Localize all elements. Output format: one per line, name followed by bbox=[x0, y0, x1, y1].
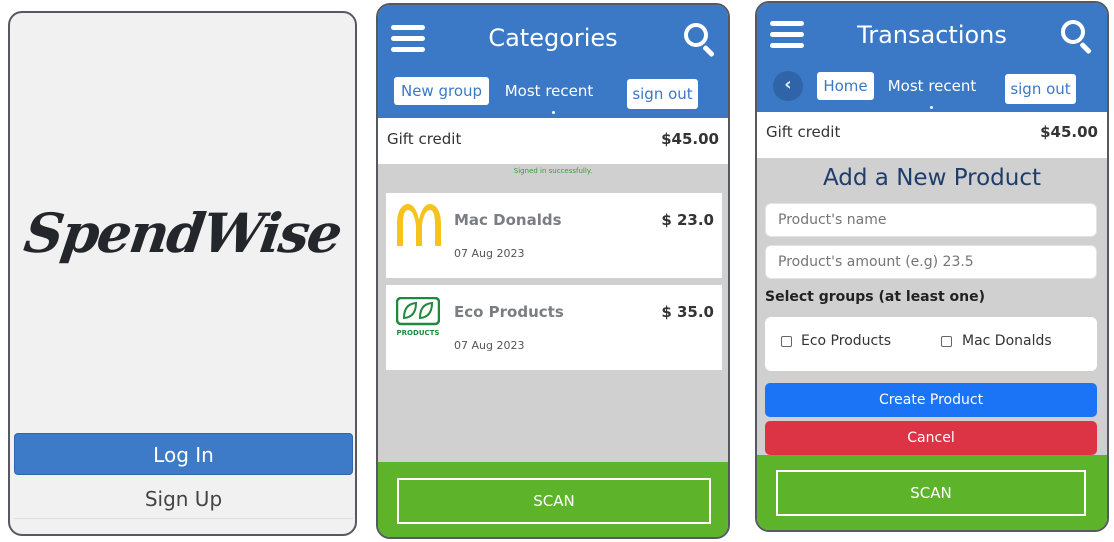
gift-credit-amount: $45.00 bbox=[661, 130, 719, 148]
gift-credit-row: Gift credit $45.00 bbox=[757, 112, 1107, 158]
signin-toast: Signed in successfully. bbox=[513, 167, 593, 175]
category-name: Eco Products bbox=[454, 303, 564, 321]
gift-credit-row: Gift credit $45.00 bbox=[378, 118, 728, 164]
create-product-button[interactable]: Create Product bbox=[765, 383, 1097, 417]
scan-button[interactable]: SCAN bbox=[397, 478, 711, 524]
screenshot-stage: SpendWise Log In Sign Up Categories New … bbox=[0, 0, 1114, 542]
gift-credit-label: Gift credit bbox=[387, 130, 462, 148]
tab-most-recent[interactable]: Most recent bbox=[879, 77, 985, 95]
product-amount-input[interactable] bbox=[765, 245, 1097, 279]
gift-credit-amount: $45.00 bbox=[1040, 123, 1098, 141]
sign-out-button[interactable]: sign out bbox=[627, 79, 698, 109]
gift-credit-label: Gift credit bbox=[766, 123, 841, 141]
select-groups-label: Select groups (at least one) bbox=[765, 289, 986, 305]
mcdonalds-logo-icon bbox=[397, 204, 441, 246]
app-header: Transactions ‹ Home Most recent sign out bbox=[757, 3, 1107, 112]
sign-out-button[interactable]: sign out bbox=[1005, 74, 1076, 104]
transactions-screen: Transactions ‹ Home Most recent sign out… bbox=[755, 1, 1109, 532]
scan-bar: SCAN bbox=[757, 455, 1107, 530]
category-amount: $ 35.0 bbox=[661, 303, 714, 321]
categories-screen: Categories New group Most recent sign ou… bbox=[376, 3, 730, 539]
page-title: Categories bbox=[488, 24, 618, 52]
checkbox-eco-products[interactable] bbox=[781, 336, 792, 347]
checkbox-label: Mac Donalds bbox=[962, 333, 1052, 349]
page-title: Transactions bbox=[857, 21, 1007, 49]
category-card[interactable]: PRODUCTS Eco Products 07 Aug 2023 $ 35.0 bbox=[386, 285, 722, 370]
category-name: Mac Donalds bbox=[454, 211, 562, 229]
scan-button[interactable]: SCAN bbox=[776, 470, 1086, 516]
group-checkbox-panel: Eco Products Mac Donalds bbox=[765, 317, 1097, 371]
eco-products-logo-icon: PRODUCTS bbox=[396, 297, 440, 337]
app-header: Categories New group Most recent sign ou… bbox=[378, 5, 728, 118]
category-card[interactable]: Mac Donalds 07 Aug 2023 $ 23.0 bbox=[386, 193, 722, 278]
login-screen: SpendWise Log In Sign Up bbox=[8, 11, 357, 536]
tab-most-recent[interactable]: Most recent bbox=[495, 82, 603, 100]
cancel-button[interactable]: Cancel bbox=[765, 421, 1097, 455]
scan-bar: SCAN bbox=[378, 462, 728, 537]
checkbox-label: Eco Products bbox=[801, 333, 892, 349]
home-button[interactable]: Home bbox=[817, 72, 874, 100]
category-amount: $ 23.0 bbox=[661, 211, 714, 229]
signup-button[interactable]: Sign Up bbox=[14, 479, 353, 519]
new-group-button[interactable]: New group bbox=[394, 77, 489, 105]
login-button[interactable]: Log In bbox=[14, 433, 353, 475]
active-tab-indicator bbox=[930, 106, 933, 109]
active-tab-indicator bbox=[552, 111, 555, 114]
category-date: 07 Aug 2023 bbox=[454, 247, 525, 260]
search-icon[interactable] bbox=[684, 23, 716, 58]
eco-logo-caption: PRODUCTS bbox=[397, 329, 440, 337]
product-name-input[interactable] bbox=[765, 203, 1097, 237]
app-logo: SpendWise bbox=[20, 201, 345, 265]
form-heading: Add a New Product bbox=[822, 165, 1042, 191]
back-arrow-icon[interactable]: ‹ bbox=[773, 71, 803, 101]
category-date: 07 Aug 2023 bbox=[454, 339, 525, 352]
search-icon[interactable] bbox=[1061, 20, 1093, 55]
checkbox-mac-donalds[interactable] bbox=[941, 336, 952, 347]
